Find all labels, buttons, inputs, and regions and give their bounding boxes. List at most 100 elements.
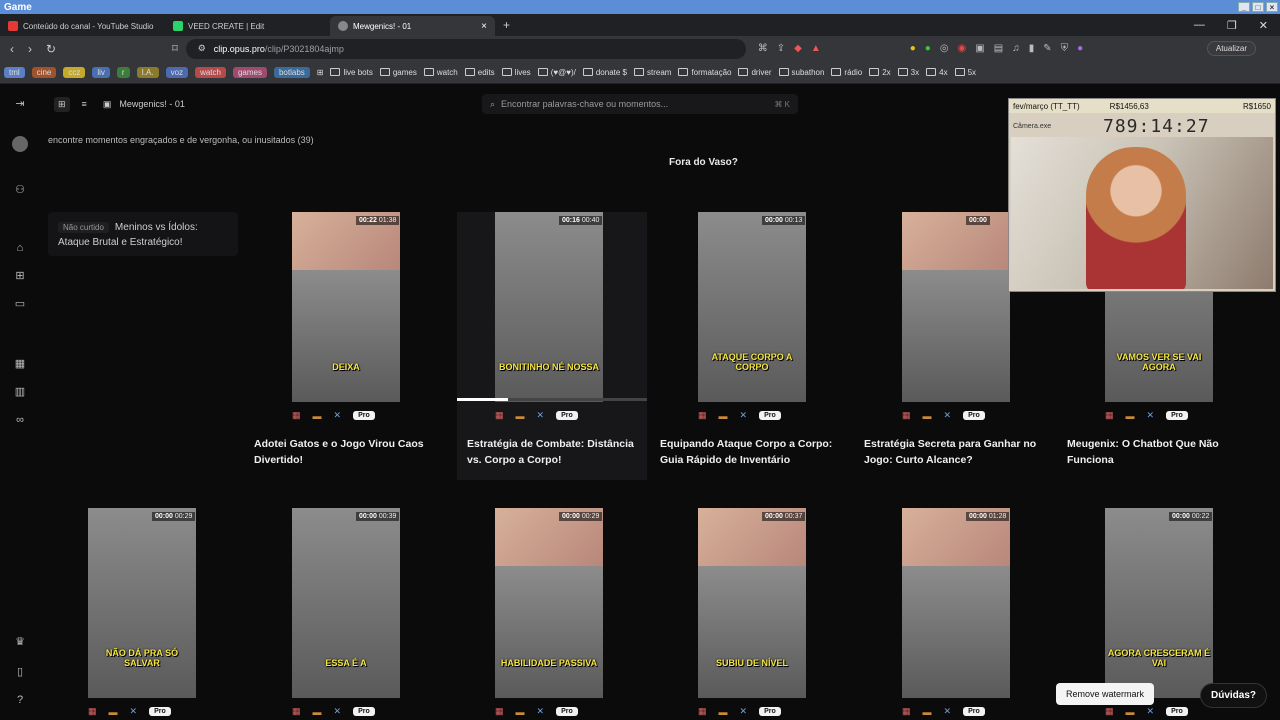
link-icon[interactable]: ∞: [12, 412, 28, 428]
clip-thumbnail[interactable]: ESSA É A: [292, 508, 400, 698]
schedule-icon[interactable]: ▦: [88, 706, 97, 717]
share-icon[interactable]: ⇪: [777, 43, 785, 54]
schedule-icon[interactable]: ▦: [698, 706, 707, 717]
bookmark-icon[interactable]: ⌑: [172, 42, 178, 55]
bookmark-folder[interactable]: stream: [634, 68, 671, 77]
bookmark-folder[interactable]: 2x: [869, 68, 891, 77]
clip-thumbnail[interactable]: HABILIDADE PASSIVA: [495, 508, 603, 698]
bookmark-folder[interactable]: games: [379, 68, 417, 77]
clip-card[interactable]: BONITINHO NÉ NOSSA 00:16 00:40 ▦ ▬ ✕ Pro Estra…: [457, 212, 647, 480]
export-icon[interactable]: ▬: [516, 411, 525, 421]
shield-icon[interactable]: ◆: [794, 43, 802, 54]
calendar-icon[interactable]: ▦: [12, 356, 28, 372]
extension-icon[interactable]: ●: [910, 43, 916, 54]
bookmark-chip[interactable]: tml: [4, 66, 25, 78]
apps-icon[interactable]: ⊞: [317, 68, 324, 77]
close-icon[interactable]: ✕: [1259, 19, 1268, 32]
extension-icon[interactable]: ●: [1077, 43, 1083, 54]
extension-icon[interactable]: ✎: [1043, 43, 1051, 54]
x-share-icon[interactable]: ✕: [1147, 410, 1155, 421]
schedule-icon[interactable]: ▦: [698, 410, 707, 421]
bookmark-folder[interactable]: live bots: [330, 68, 373, 77]
export-icon[interactable]: ▬: [313, 707, 322, 717]
export-icon[interactable]: ▬: [109, 707, 118, 717]
bookmark-folder[interactable]: 4x: [926, 68, 948, 77]
search-input[interactable]: ⌕ Encontrar palavras-chave ou momentos..…: [482, 94, 798, 114]
export-icon[interactable]: ▬: [313, 411, 322, 421]
extension-icon[interactable]: ▤: [994, 43, 1003, 54]
clip-thumbnail[interactable]: [902, 508, 1010, 698]
help-icon[interactable]: ?: [12, 692, 28, 708]
extension-icon[interactable]: ▮: [1029, 43, 1035, 54]
clip-thumbnail[interactable]: [902, 212, 1010, 402]
export-icon[interactable]: ▬: [719, 411, 728, 421]
tab-mewgenics[interactable]: Mewgenics! - 01 ×: [330, 16, 495, 36]
alert-icon[interactable]: ▲: [811, 43, 821, 54]
bookmark-chip[interactable]: voz: [165, 66, 189, 78]
avatar[interactable]: [12, 136, 28, 152]
extension-icon[interactable]: ●: [925, 43, 931, 54]
translate-icon[interactable]: ⌘: [758, 43, 768, 54]
export-icon[interactable]: ▬: [923, 411, 932, 421]
schedule-icon[interactable]: ▦: [902, 410, 911, 421]
bookmark-folder[interactable]: watch: [423, 68, 458, 77]
x-share-icon[interactable]: ✕: [334, 410, 342, 421]
book-icon[interactable]: ▯: [12, 664, 28, 680]
bookmark-chip[interactable]: ccz: [63, 66, 86, 78]
help-button[interactable]: Dúvidas?: [1200, 683, 1268, 708]
bookmark-folder[interactable]: donate $: [582, 68, 627, 77]
grid-view-icon[interactable]: ⊞: [54, 96, 70, 112]
bookmark-folder[interactable]: subathon: [778, 68, 824, 77]
schedule-icon[interactable]: ▦: [495, 410, 504, 421]
export-icon[interactable]: ▬: [516, 707, 525, 717]
tab-youtube-studio[interactable]: Conteúdo do canal - YouTube Studio: [0, 16, 165, 36]
list-view-icon[interactable]: ≡: [82, 99, 87, 109]
schedule-icon[interactable]: ▦: [495, 706, 504, 717]
clip-thumbnail[interactable]: BONITINHO NÉ NOSSA: [495, 212, 603, 402]
x-share-icon[interactable]: ✕: [944, 706, 952, 717]
crown-icon[interactable]: ♛: [12, 634, 28, 650]
x-share-icon[interactable]: ✕: [740, 706, 748, 717]
x-share-icon[interactable]: ✕: [130, 706, 138, 717]
bookmark-folder[interactable]: edits: [464, 68, 495, 77]
extension-icon[interactable]: ♫: [1012, 43, 1020, 54]
close-icon[interactable]: ×: [1266, 2, 1278, 12]
bookmark-chip[interactable]: botlabs: [273, 66, 310, 78]
bookmark-chip[interactable]: watch: [195, 66, 226, 78]
forward-icon[interactable]: ›: [28, 42, 32, 56]
url-field[interactable]: ⚙ clip.opus.pro/clip/P3021804ajmp: [185, 38, 746, 59]
minimize-icon[interactable]: _: [1238, 2, 1250, 12]
clip-thumbnail[interactable]: ATAQUE CORPO A CORPO: [698, 212, 806, 402]
schedule-icon[interactable]: ▦: [1105, 706, 1114, 717]
schedule-icon[interactable]: ▦: [292, 706, 301, 717]
schedule-icon[interactable]: ▦: [902, 706, 911, 717]
x-share-icon[interactable]: ✕: [944, 410, 952, 421]
playback-progress[interactable]: [457, 398, 647, 401]
schedule-icon[interactable]: ▦: [1105, 410, 1114, 421]
clip-title[interactable]: Adotei Gatos e o Jogo Virou Caos Diverti…: [254, 436, 444, 468]
bookmark-chip[interactable]: liv: [92, 66, 110, 78]
extension-icon[interactable]: ⛨: [1061, 43, 1069, 54]
bookmark-folder[interactable]: lives: [501, 68, 531, 77]
clip-thumbnail[interactable]: AGORA CRESCERAM É VAI: [1105, 508, 1213, 698]
bookmark-folder[interactable]: formatação: [678, 68, 731, 77]
back-icon[interactable]: ‹: [10, 42, 14, 56]
clip-title[interactable]: Meugenix: O Chatbot Que Não Funciona: [1067, 436, 1257, 468]
update-button[interactable]: Atualizar: [1206, 41, 1256, 56]
new-tab-icon[interactable]: +: [495, 18, 518, 36]
minimize-icon[interactable]: —: [1194, 19, 1205, 32]
clip-thumbnail[interactable]: SUBIU DE NÍVEL: [698, 508, 806, 698]
maximize-icon[interactable]: □: [1252, 2, 1264, 12]
export-icon[interactable]: ▬: [1126, 411, 1135, 421]
x-share-icon[interactable]: ✕: [537, 706, 545, 717]
add-user-icon[interactable]: ⚇: [12, 182, 28, 198]
site-info-icon[interactable]: ⚙: [198, 43, 206, 54]
reload-icon[interactable]: ↻: [46, 42, 56, 56]
side-clip-card[interactable]: Não curtido Meninos vs Ídolos: Ataque Bru…: [48, 212, 238, 256]
x-share-icon[interactable]: ✕: [740, 410, 748, 421]
home-icon[interactable]: ⌂: [12, 240, 28, 256]
bookmark-folder[interactable]: driver: [738, 68, 772, 77]
export-icon[interactable]: ▬: [719, 707, 728, 717]
clip-title[interactable]: Equipando Ataque Corpo a Corpo: Guia Ráp…: [660, 436, 850, 468]
apps-icon[interactable]: ⊞: [12, 268, 28, 284]
